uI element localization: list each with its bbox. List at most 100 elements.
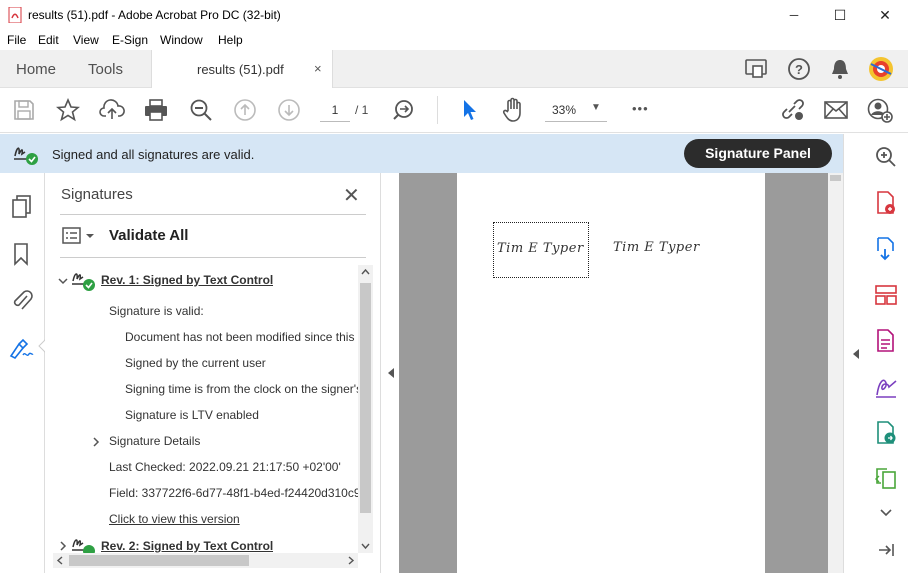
right-tools-rail bbox=[843, 134, 908, 573]
signature-2-text[interactable]: Tim E Typer bbox=[613, 240, 700, 255]
toolbar-divider bbox=[437, 96, 438, 124]
field-id-text: Field: 337722f6-6d77-48f1-b4ed-f24420d31… bbox=[109, 486, 358, 500]
expand-chevron-icon[interactable] bbox=[90, 436, 102, 448]
close-window-button[interactable]: ✕ bbox=[862, 0, 908, 30]
collapse-chevron-icon[interactable] bbox=[57, 275, 69, 287]
zoom-level-select[interactable]: 33% ▼ bbox=[545, 98, 607, 122]
menu-help[interactable]: Help bbox=[218, 33, 243, 47]
menu-view[interactable]: View bbox=[73, 33, 99, 47]
signatures-panel: Signatures ✕ Validate All Rev. 1: Signed… bbox=[45, 173, 380, 573]
fill-and-sign-icon[interactable] bbox=[872, 373, 900, 401]
signature-1-text: Tim E Typer bbox=[497, 241, 584, 256]
share-screen-icon[interactable] bbox=[745, 58, 769, 80]
organize-pages-icon[interactable] bbox=[872, 281, 900, 309]
close-tab-button[interactable]: × bbox=[314, 61, 322, 76]
print-icon[interactable] bbox=[142, 96, 170, 124]
export-pdf-icon[interactable] bbox=[872, 189, 900, 217]
detail-signed-by-user: Signed by the current user bbox=[125, 356, 266, 370]
maximize-button[interactable]: ☐ bbox=[817, 0, 863, 30]
scroll-up-arrow-icon[interactable] bbox=[361, 268, 370, 277]
page-total: / 1 bbox=[355, 103, 369, 117]
select-cursor-icon[interactable] bbox=[455, 96, 483, 124]
view-version-link[interactable]: Click to view this version bbox=[109, 512, 240, 526]
upload-cloud-icon[interactable] bbox=[98, 96, 126, 124]
window-title: results (51).pdf - Adobe Acrobat Pro DC … bbox=[28, 8, 281, 22]
detail-not-modified: Document has not been modified since thi… bbox=[125, 330, 358, 344]
signature-field-1[interactable]: Tim E Typer bbox=[493, 222, 589, 278]
tab-tools[interactable]: Tools bbox=[88, 61, 123, 78]
menu-e-sign[interactable]: E-Sign bbox=[112, 33, 148, 47]
signature-status-message: Signed and all signatures are valid. bbox=[52, 147, 255, 162]
scroll-left-arrow-icon[interactable] bbox=[56, 556, 65, 565]
panel-divider bbox=[60, 257, 366, 258]
collapse-left-arrow-icon bbox=[387, 367, 395, 379]
signature-panel-button[interactable]: Signature Panel bbox=[684, 139, 832, 168]
collapse-left-pane-handle[interactable] bbox=[380, 173, 399, 573]
user-avatar[interactable] bbox=[868, 56, 894, 82]
close-panel-button[interactable]: ✕ bbox=[343, 183, 360, 208]
revision-2-label[interactable]: Rev. 2: Signed by Text Control bbox=[101, 539, 273, 553]
acrobat-pdf-icon bbox=[8, 7, 22, 23]
minimize-button[interactable]: ─ bbox=[771, 0, 817, 30]
hand-tool-icon[interactable] bbox=[499, 96, 527, 124]
notifications-bell-icon[interactable] bbox=[830, 58, 850, 80]
zoom-out-icon[interactable] bbox=[187, 96, 215, 124]
panel-divider bbox=[60, 214, 366, 215]
menu-bar: File Edit View E-Sign Window Help bbox=[0, 30, 908, 50]
options-menu-icon[interactable] bbox=[61, 226, 97, 246]
validate-all-button[interactable]: Validate All bbox=[109, 227, 188, 244]
tab-home[interactable]: Home bbox=[16, 61, 56, 78]
document-scroll-thumb[interactable] bbox=[830, 175, 841, 181]
add-user-icon[interactable] bbox=[866, 96, 894, 124]
collapse-right-arrow-icon[interactable] bbox=[852, 348, 860, 360]
menu-file[interactable]: File bbox=[7, 33, 26, 47]
vertical-scrollbar[interactable] bbox=[358, 265, 373, 553]
horizontal-scrollbar[interactable] bbox=[53, 553, 358, 568]
last-checked-text: Last Checked: 2022.09.21 21:17:50 +02'00… bbox=[109, 460, 341, 474]
more-tools-chevron-down-icon[interactable] bbox=[872, 499, 900, 527]
scroll-right-arrow-icon[interactable] bbox=[346, 556, 355, 565]
page-thumbnails-icon[interactable] bbox=[11, 195, 33, 219]
menu-window[interactable]: Window bbox=[160, 33, 203, 47]
edit-pdf-icon[interactable] bbox=[872, 327, 900, 355]
zoom-search-icon[interactable] bbox=[872, 143, 900, 171]
menu-edit[interactable]: Edit bbox=[38, 33, 59, 47]
left-navigation-rail bbox=[0, 173, 46, 573]
page-number-input[interactable]: 1 bbox=[320, 98, 350, 122]
create-pdf-icon[interactable] bbox=[872, 235, 900, 263]
detail-ltv-enabled: Signature is LTV enabled bbox=[125, 408, 259, 422]
scroll-down-arrow-icon[interactable] bbox=[361, 541, 370, 550]
signature-status-bar: Signed and all signatures are valid. Sig… bbox=[0, 134, 843, 173]
signature-valid-icon bbox=[71, 534, 97, 553]
share-link-icon[interactable] bbox=[779, 96, 807, 124]
more-tools-button[interactable]: ••• bbox=[632, 101, 649, 116]
revision-1-label[interactable]: Rev. 1: Signed by Text Control bbox=[101, 273, 273, 287]
next-page-icon[interactable] bbox=[275, 96, 303, 124]
send-for-review-icon[interactable] bbox=[872, 419, 900, 447]
attachments-paperclip-icon[interactable] bbox=[11, 288, 33, 312]
email-icon[interactable] bbox=[822, 96, 850, 124]
bookmarks-icon[interactable] bbox=[12, 242, 30, 266]
toolbar: 1 / 1 33% ▼ ••• bbox=[0, 88, 908, 133]
vertical-scroll-thumb[interactable] bbox=[360, 283, 371, 513]
expand-chevron-icon[interactable] bbox=[57, 540, 69, 552]
signature-valid-icon bbox=[13, 142, 41, 166]
find-search-icon[interactable] bbox=[390, 96, 418, 124]
collapse-tools-pane-icon[interactable] bbox=[872, 536, 900, 564]
compare-files-icon[interactable] bbox=[872, 465, 900, 493]
signature-valid-icon bbox=[71, 268, 97, 292]
document-view[interactable]: Tim E Typer Tim E Typer bbox=[399, 173, 828, 573]
pdf-page: Tim E Typer Tim E Typer bbox=[457, 173, 765, 573]
help-icon[interactable]: ? bbox=[787, 57, 811, 81]
save-icon[interactable] bbox=[10, 96, 38, 124]
tab-document[interactable]: results (51).pdf × bbox=[151, 50, 333, 88]
chevron-down-icon: ▼ bbox=[591, 102, 601, 113]
previous-page-icon[interactable] bbox=[231, 96, 259, 124]
bookmark-star-icon[interactable] bbox=[54, 96, 82, 124]
detail-signing-time: Signing time is from the clock on the si… bbox=[125, 382, 358, 396]
signature-tree: Rev. 1: Signed by Text Control Signature… bbox=[45, 265, 358, 553]
signature-details-item[interactable]: Signature Details bbox=[109, 434, 200, 448]
document-scrollbar[interactable] bbox=[828, 173, 843, 573]
horizontal-scroll-thumb[interactable] bbox=[69, 555, 249, 566]
signatures-pen-icon[interactable] bbox=[9, 336, 35, 360]
